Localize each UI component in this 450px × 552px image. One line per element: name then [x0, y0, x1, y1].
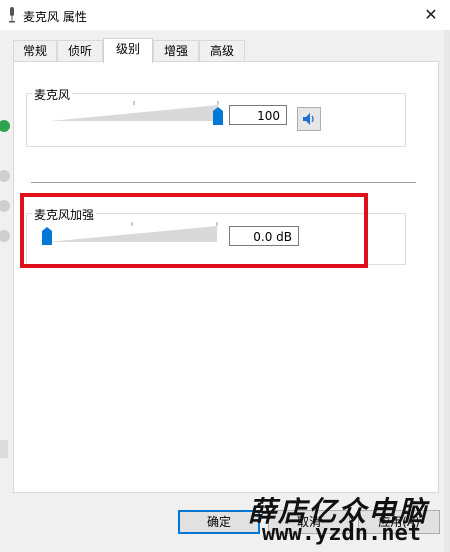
tab-enhancements[interactable]: 增强 [153, 40, 199, 62]
section-separator [31, 182, 416, 183]
mute-toggle-button[interactable] [297, 107, 321, 131]
window-title: 麦克风 属性 [23, 10, 87, 24]
microphone-icon [8, 7, 16, 23]
background-window-fragment [0, 60, 10, 480]
speaker-icon [303, 113, 314, 125]
slider-track [50, 101, 219, 121]
mic-properties-window: 麦克风 属性 ✕ 常规 侦听 级别 增强 高级 麦克风 100 麦克风加强 0.… [0, 0, 450, 552]
microphone-level-value[interactable]: 100 [229, 105, 287, 125]
microphone-slider-thumb[interactable] [213, 107, 223, 125]
background-window-fragment-right [444, 30, 450, 552]
tab-listen[interactable]: 侦听 [57, 40, 103, 62]
watermark-url: www.yzdn.net [262, 521, 421, 546]
highlight-box [20, 193, 368, 268]
tab-levels[interactable]: 级别 [103, 38, 153, 63]
title-bar: 麦克风 属性 ✕ [0, 0, 450, 30]
microphone-level-slider[interactable] [50, 101, 225, 125]
tab-advanced[interactable]: 高级 [199, 40, 245, 62]
tab-general[interactable]: 常规 [13, 40, 57, 62]
close-button[interactable]: ✕ [412, 0, 450, 30]
